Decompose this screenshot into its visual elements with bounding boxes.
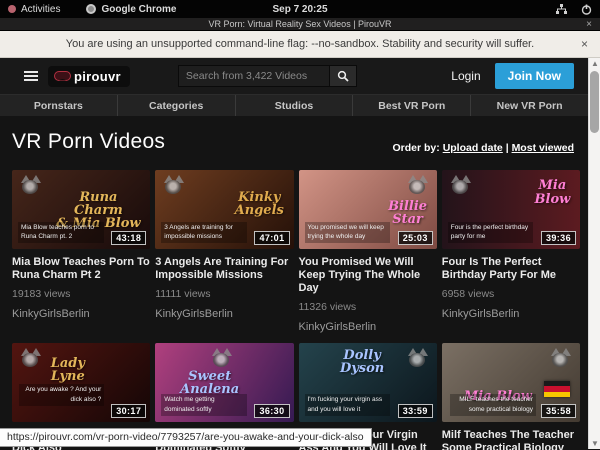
thumbnail-model-name: Kinky Angels: [235, 191, 284, 218]
studio-link[interactable]: KinkyGirlsBerlin: [155, 308, 293, 320]
studio-link[interactable]: KinkyGirlsBerlin: [442, 308, 580, 320]
thumbnail-caption: Four is the perfect birthday party for m…: [448, 222, 534, 244]
duration-badge: 47:01: [254, 231, 289, 245]
status-url: https://pirouvr.com/vr-porn-video/779325…: [0, 428, 372, 447]
video-card: Mia Blow MILF teaches the teacher some p…: [442, 343, 580, 450]
studio-mask-icon: [550, 348, 572, 368]
duration-badge: 36:30: [254, 404, 289, 418]
menu-icon[interactable]: [24, 69, 38, 83]
scrollbar-down-arrow[interactable]: ▼: [589, 438, 600, 449]
video-card: Billie Star You promised we will keep tr…: [299, 170, 437, 333]
studio-mask-icon: [20, 175, 42, 195]
vr-headset-icon: [54, 71, 71, 82]
video-thumbnail[interactable]: Kinky Angels 3 Angels are training for i…: [155, 170, 293, 249]
thumbnail-caption: Mia Blow teaches porn to Runa Charm pt. …: [18, 222, 104, 244]
video-title[interactable]: 3 Angels Are Training For Impossible Mis…: [155, 256, 293, 282]
main-content: VR Porn Videos Order by: Upload date | M…: [0, 116, 588, 450]
nav-best-vr-porn[interactable]: Best VR Porn: [352, 95, 470, 116]
studio-mask-icon: [450, 175, 472, 195]
video-title[interactable]: Four Is The Perfect Birthday Party For M…: [442, 256, 580, 282]
video-card: Mia Blow Four is the perfect birthday pa…: [442, 170, 580, 333]
video-grid: Runa Charm & Mia Blow Mia Blow teaches p…: [12, 170, 580, 450]
studio-link[interactable]: KinkyGirlsBerlin: [299, 321, 437, 333]
warning-close-icon[interactable]: ×: [581, 37, 588, 51]
studio-link[interactable]: KinkyGirlsBerlin: [12, 308, 150, 320]
video-views: 11111 views: [155, 288, 293, 300]
order-upload-date-link[interactable]: Upload date: [443, 142, 503, 154]
warning-bar: You are using an unsupported command-lin…: [0, 31, 600, 58]
video-card: Kinky Angels 3 Angels are training for i…: [155, 170, 293, 333]
video-thumbnail[interactable]: Billie Star You promised we will keep tr…: [299, 170, 437, 249]
video-thumbnail[interactable]: Sweet Analena Watch me getting dominated…: [155, 343, 293, 422]
nav-categories[interactable]: Categories: [117, 95, 235, 116]
page-scrollbar[interactable]: ▲ ▼: [588, 58, 600, 449]
video-views: 19183 views: [12, 288, 150, 300]
studio-mask-icon: [211, 348, 233, 368]
thumbnail-model-name: Lady Lyne: [51, 357, 85, 384]
network-icon[interactable]: [556, 4, 567, 15]
search-form: [178, 65, 357, 87]
video-thumbnail[interactable]: Dolly Dyson I'm fucking your virgin ass …: [299, 343, 437, 422]
site-header: pirouvr Login Join Now: [0, 58, 588, 94]
duration-badge: 43:18: [111, 231, 146, 245]
duration-badge: 33:59: [398, 404, 433, 418]
duration-badge: 35:58: [541, 404, 576, 418]
duration-badge: 30:17: [111, 404, 146, 418]
thumbnail-model-name: Sweet Analena: [180, 370, 239, 397]
nav-studios[interactable]: Studios: [235, 95, 353, 116]
browser-tab[interactable]: VR Porn: Virtual Reality Sex Videos | Pi…: [0, 18, 600, 31]
video-thumbnail[interactable]: Mia Blow Four is the perfect birthday pa…: [442, 170, 580, 249]
browser-viewport: pirouvr Login Join Now Pornstars Categor…: [0, 58, 600, 449]
order-by: Order by: Upload date | Most viewed: [393, 142, 575, 154]
scrollbar-thumb[interactable]: [590, 71, 599, 133]
studio-mask-icon: [407, 348, 429, 368]
main-nav: Pornstars Categories Studios Best VR Por…: [0, 94, 588, 116]
system-bar: Activities Google Chrome Sep 7 20:25: [0, 0, 600, 18]
power-icon[interactable]: [581, 4, 592, 15]
studio-mask-icon: [20, 348, 42, 368]
video-title[interactable]: You Promised We Will Keep Trying The Who…: [299, 256, 437, 295]
video-thumbnail[interactable]: Mia Blow MILF teaches the teacher some p…: [442, 343, 580, 422]
page-title: VR Porn Videos: [12, 130, 165, 154]
thumbnail-model-name: Dolly Dyson: [340, 349, 384, 376]
tab-close-icon[interactable]: ×: [586, 18, 592, 31]
thumbnail-caption: Are you awake ? And your dick also ?: [19, 384, 105, 406]
video-title[interactable]: Milf Teaches The Teacher Some Practical …: [442, 429, 580, 450]
studio-mask-icon: [407, 175, 429, 195]
video-views: 11326 views: [299, 301, 437, 313]
video-card: Runa Charm & Mia Blow Mia Blow teaches p…: [12, 170, 150, 333]
scrollbar-up-arrow[interactable]: ▲: [589, 58, 600, 69]
duration-badge: 39:36: [541, 231, 576, 245]
login-link[interactable]: Login: [451, 69, 480, 83]
studio-mask-icon: [163, 175, 185, 195]
join-now-button[interactable]: Join Now: [495, 63, 574, 89]
order-by-label: Order by:: [393, 142, 440, 154]
tab-title: VR Porn: Virtual Reality Sex Videos | Pi…: [208, 19, 391, 29]
nav-pornstars[interactable]: Pornstars: [0, 95, 117, 116]
german-flag: [544, 381, 570, 397]
logo-text: pirouvr: [74, 69, 121, 84]
site-logo[interactable]: pirouvr: [48, 66, 130, 87]
thumbnail-model-name: Mia Blow: [535, 179, 571, 206]
duration-badge: 25:03: [398, 231, 433, 245]
nav-new-vr-porn[interactable]: New VR Porn: [470, 95, 588, 116]
search-button[interactable]: [330, 65, 357, 87]
warning-text: You are using an unsupported command-lin…: [66, 38, 534, 50]
thumbnail-model-name: Billie Star: [388, 200, 427, 227]
thumbnail-caption: You promised we will keep trying the who…: [305, 222, 391, 244]
thumbnail-caption: MILF teaches the teacher some practical …: [450, 394, 536, 416]
clock[interactable]: Sep 7 20:25: [0, 4, 600, 15]
search-icon: [337, 70, 349, 82]
video-title[interactable]: Mia Blow Teaches Porn To Runa Charm Pt 2: [12, 256, 150, 282]
thumbnail-caption: 3 Angels are training for impossible mis…: [161, 222, 247, 244]
search-input[interactable]: [178, 65, 330, 87]
video-thumbnail[interactable]: Runa Charm & Mia Blow Mia Blow teaches p…: [12, 170, 150, 249]
thumbnail-caption: I'm fucking your virgin ass and you will…: [305, 394, 391, 416]
thumbnail-caption: Watch me getting dominated softly: [161, 394, 247, 416]
order-most-viewed-link[interactable]: Most viewed: [512, 142, 574, 154]
video-thumbnail[interactable]: Lady Lyne Are you awake ? And your dick …: [12, 343, 150, 422]
video-views: 6958 views: [442, 288, 580, 300]
